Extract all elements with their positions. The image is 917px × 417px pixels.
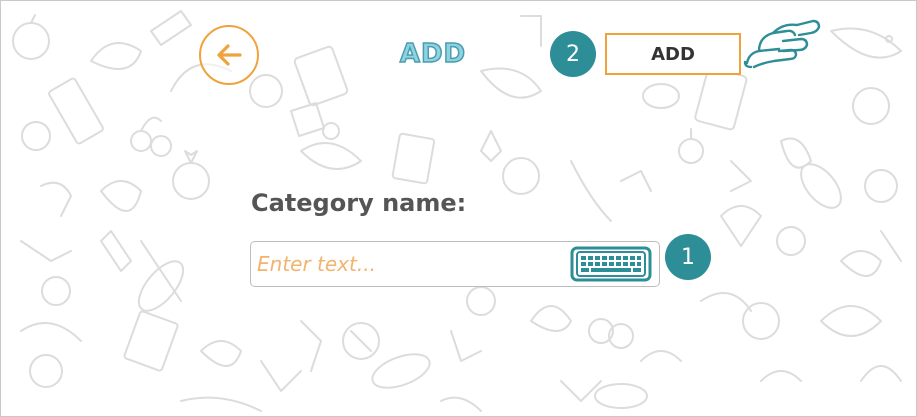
back-button[interactable] [199,25,259,85]
step-badge-1: 1 [665,234,711,280]
category-name-input[interactable] [257,248,557,280]
step-badge-2: 2 [550,31,596,77]
arrow-left-icon [217,44,242,66]
category-name-field [250,241,660,287]
add-button[interactable]: ADD [605,33,741,75]
category-name-label: Category name: [251,189,467,217]
keyboard-button[interactable] [569,246,653,282]
keyboard-icon [570,246,652,282]
pointing-hand-icon [743,19,821,69]
page-title: ADD [399,38,467,70]
app-screen: ADD 2 ADD Category name: Enter text... 1 [0,0,917,417]
